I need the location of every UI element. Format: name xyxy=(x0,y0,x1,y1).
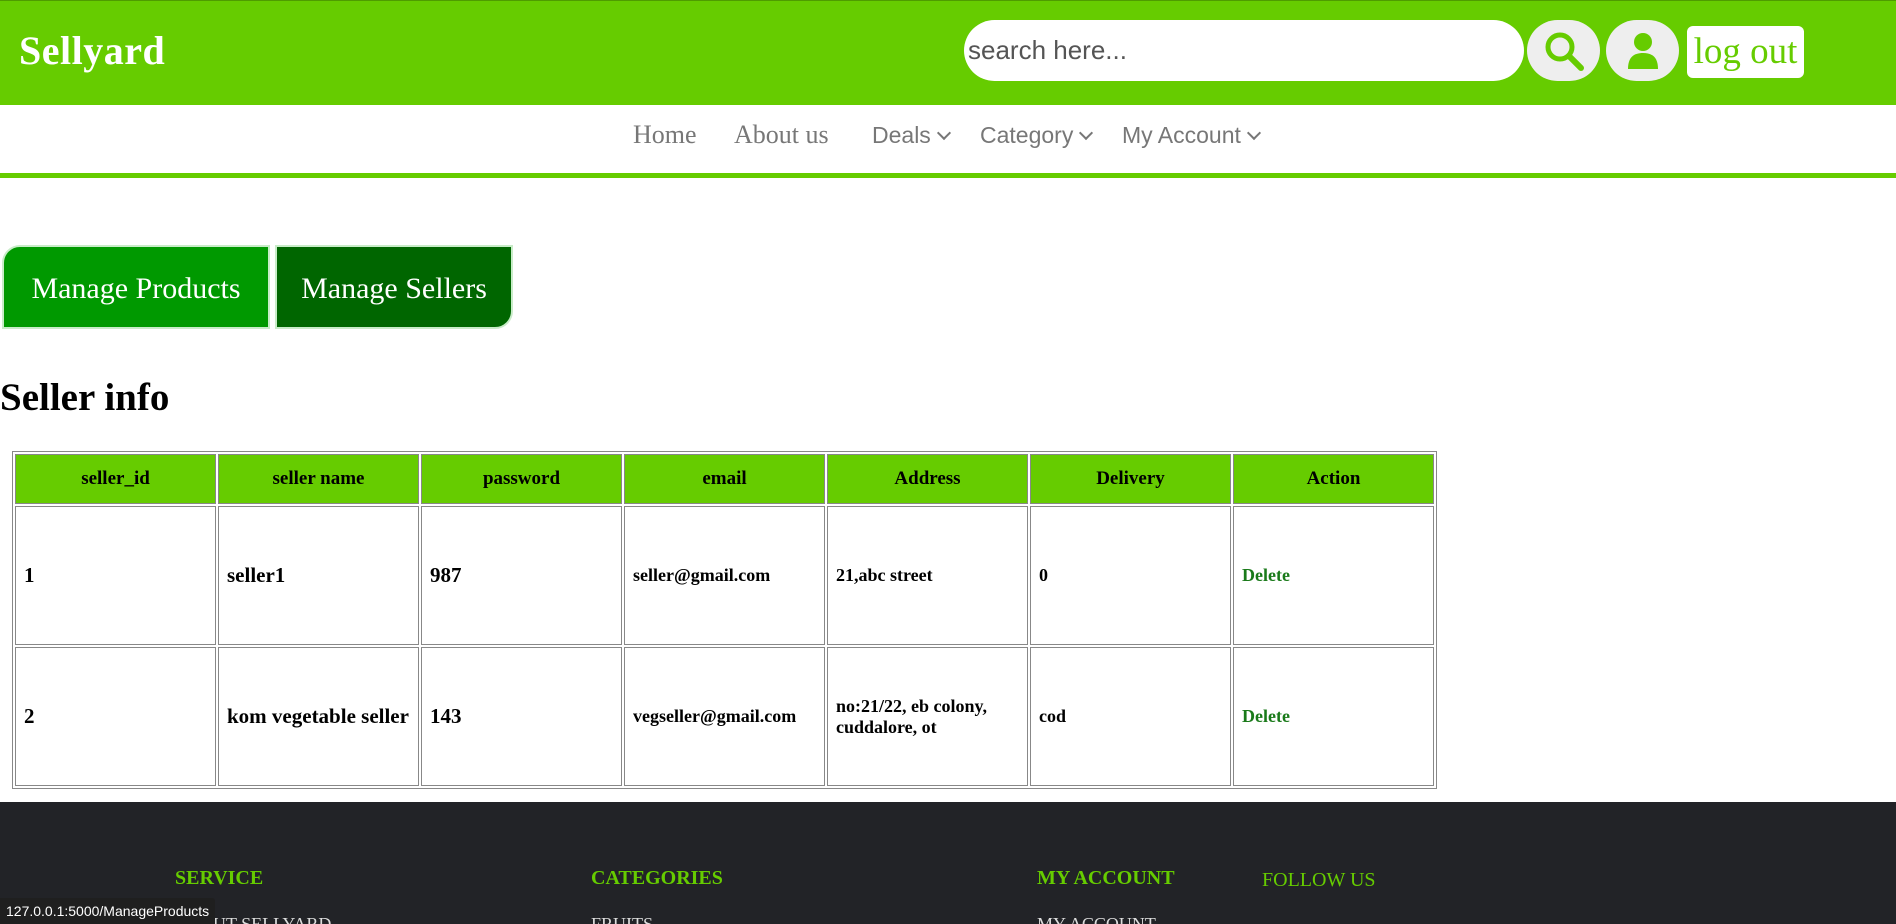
table-row: 1 seller1 987 seller@gmail.com 21,abc st… xyxy=(15,506,1434,645)
page-title: Seller info xyxy=(0,376,170,419)
footer-my-account-link[interactable]: MY ACCOUNT xyxy=(1037,914,1156,924)
status-bar-url: 127.0.0.1:5000/ManageProducts xyxy=(0,898,216,924)
search-button[interactable] xyxy=(1527,20,1600,81)
column-header-password: password xyxy=(421,454,622,504)
column-header-email: email xyxy=(624,454,825,504)
footer-categories-heading: CATEGORIES xyxy=(591,867,723,889)
cell-email: seller@gmail.com xyxy=(624,506,825,645)
main-nav: Home About us Deals Category My Account xyxy=(0,105,1896,173)
footer-service-heading: SERVICE xyxy=(175,867,264,889)
table-row: 2 kom vegetable seller 143 vegseller@gma… xyxy=(15,647,1434,786)
cell-action: Delete xyxy=(1233,506,1434,645)
search-input[interactable] xyxy=(964,20,1524,81)
manage-products-button[interactable]: Manage Products xyxy=(2,245,270,329)
nav-my-account-label: My Account xyxy=(1122,122,1241,148)
cell-password: 143 xyxy=(421,647,622,786)
cell-delivery: cod xyxy=(1030,647,1231,786)
nav-divider xyxy=(0,173,1896,178)
nav-deals-label: Deals xyxy=(872,122,931,148)
table-header-row: seller_id seller name password email Add… xyxy=(15,454,1434,504)
cell-seller-name: seller1 xyxy=(218,506,419,645)
column-header-action: Action xyxy=(1233,454,1434,504)
chevron-down-icon xyxy=(1246,125,1261,141)
footer-follow-us-heading: FOLLOW US xyxy=(1262,869,1376,891)
cell-password: 987 xyxy=(421,506,622,645)
account-button[interactable] xyxy=(1606,20,1679,81)
cell-address: no:21/22, eb colony, cuddalore, ot xyxy=(827,647,1028,786)
column-header-seller-name: seller name xyxy=(218,454,419,504)
column-header-seller-id: seller_id xyxy=(15,454,216,504)
search-icon xyxy=(1545,32,1584,71)
nav-about-us[interactable]: About us xyxy=(734,120,829,150)
cell-delivery: 0 xyxy=(1030,506,1231,645)
nav-category[interactable]: Category xyxy=(980,122,1094,149)
top-bar: Sellyard log out xyxy=(0,0,1896,105)
cell-seller-id: 2 xyxy=(15,647,216,786)
footer-my-account-heading: MY ACCOUNT xyxy=(1037,867,1175,889)
cell-action: Delete xyxy=(1233,647,1434,786)
chevron-down-icon xyxy=(936,125,951,141)
column-header-delivery: Delivery xyxy=(1030,454,1231,504)
cell-address: 21,abc street xyxy=(827,506,1028,645)
nav-my-account[interactable]: My Account xyxy=(1122,122,1261,149)
delete-link[interactable]: Delete xyxy=(1242,706,1290,726)
cell-seller-name: kom vegetable seller xyxy=(218,647,419,786)
nav-deals[interactable]: Deals xyxy=(872,122,951,149)
cell-seller-id: 1 xyxy=(15,506,216,645)
user-icon xyxy=(1627,32,1658,69)
nav-home[interactable]: Home xyxy=(633,120,697,150)
cell-email: vegseller@gmail.com xyxy=(624,647,825,786)
nav-category-label: Category xyxy=(980,122,1074,148)
chevron-down-icon xyxy=(1079,125,1094,141)
column-header-address: Address xyxy=(827,454,1028,504)
logout-button[interactable]: log out xyxy=(1687,26,1804,78)
brand-logo[interactable]: Sellyard xyxy=(19,27,165,74)
seller-table: seller_id seller name password email Add… xyxy=(12,451,1437,789)
footer-categories-link[interactable]: FRUITS xyxy=(591,914,653,924)
manage-sellers-button[interactable]: Manage Sellers xyxy=(275,245,513,329)
delete-link[interactable]: Delete xyxy=(1242,565,1290,585)
footer: SERVICE ABOUT SELLYARD CATEGORIES FRUITS… xyxy=(0,802,1896,924)
